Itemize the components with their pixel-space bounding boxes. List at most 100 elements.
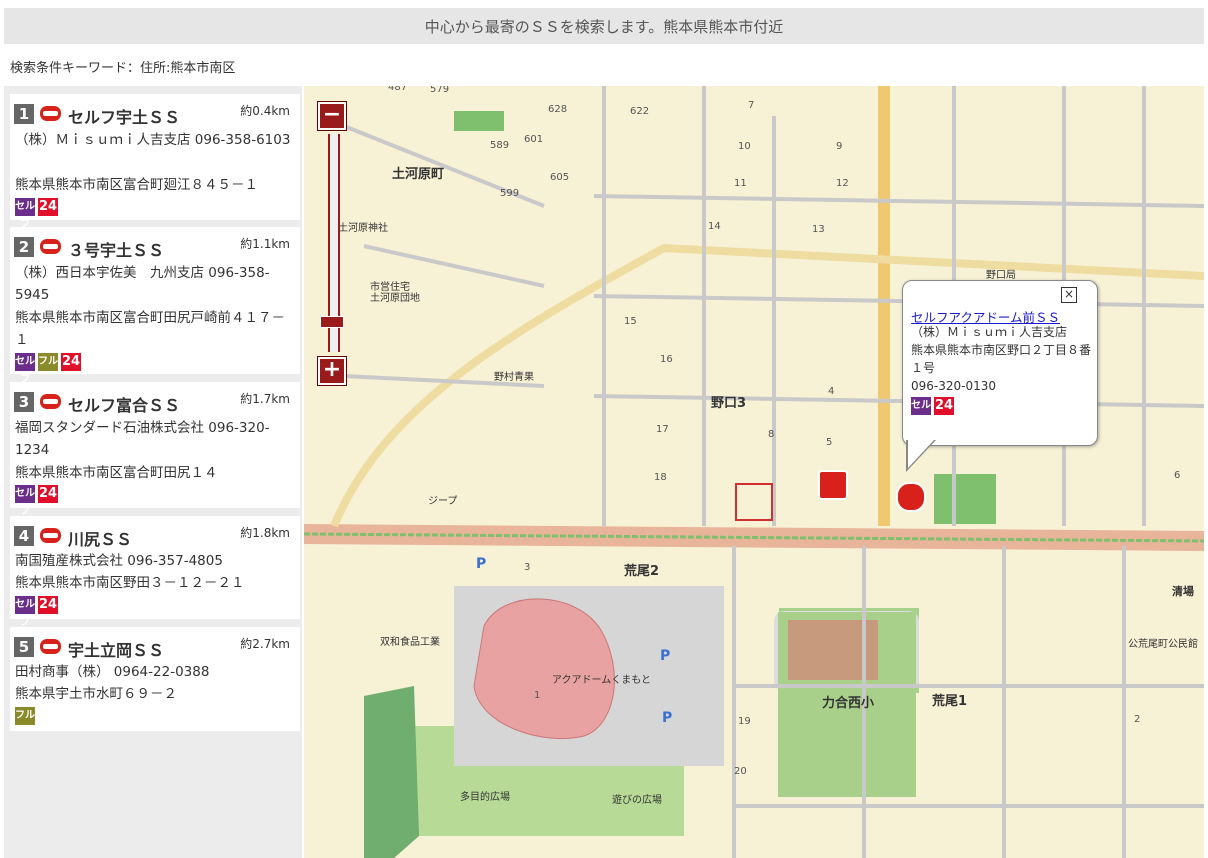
station-company: 田村商事（株） 0964-22-0388 [15,664,210,680]
forest-area [364,686,419,858]
self-badge: セルフ [15,353,35,385]
block-number: 7 [748,100,755,111]
rank-badge: 2 [14,237,34,257]
station-name[interactable]: セルフ富合ＳＳ [68,392,180,416]
zoom-out-button[interactable]: − [318,102,346,130]
page-header: 中心から最寄のＳＳを検索します。熊本県熊本市付近 [4,8,1204,44]
station-item[interactable]: 4 川尻ＳＳ 約1.8km 南国殖産株式会社 096-357-4805 熊本県熊… [10,516,300,628]
post-office-label: 野口局 [986,270,1016,281]
popup-phone: 096-320-0130 [911,379,997,393]
self-badge: セルフ [15,198,35,230]
center-marker [735,483,773,521]
block-number: 9 [836,141,843,152]
station-distance: 約1.7km [240,392,290,406]
station-company: 福岡スタンダード石油株式会社 096-320-1234 [15,420,270,458]
block-number: 17 [656,424,669,435]
plaza-label: 遊びの広場 [612,795,662,806]
poi-label: 野村青果 [494,372,534,383]
green-lot [934,474,996,524]
factory-label: 双和食品工業 [380,637,440,648]
block-number: 2 [1134,714,1141,725]
block-number: 12 [836,178,849,189]
block-number: 11 [734,178,747,189]
station-popup: × セルフアクアドーム前ＳＳ （株）Ｍｉｓｕｍｉ人吉支店 熊本県熊本市南区野口２… [902,280,1098,446]
24h-badge: 24 [934,397,954,415]
24h-badge: 24 [38,596,58,614]
block-number: 4 [828,386,835,397]
eneos-logo-icon [40,528,61,543]
full-badge: フル [38,353,58,371]
station-distance: 約1.1km [240,237,290,251]
zoom-in-button[interactable]: + [318,357,346,385]
station-distance: 約1.8km [240,526,290,540]
station-company: 南国殖産株式会社 096-357-4805 [15,553,223,569]
search-condition: 検索条件キーワード：住所:熊本市南区 [10,61,236,76]
area-label: 荒尾2 [624,564,660,579]
eneos-logo-icon [40,239,61,254]
poi-label: 土河原団地 [370,293,420,304]
station-address: 熊本県熊本市南区富合町廻江８４５－１ [15,177,258,193]
gas-station-marker-icon[interactable] [818,470,848,500]
block-number: 5 [826,437,833,448]
block-number: 579 [430,86,450,95]
self-badge: セルフ [15,596,35,628]
block-number: 487 [388,86,408,93]
zoom-slider-handle[interactable] [320,316,344,328]
station-address: 熊本県熊本市南区野田３－１２－２１ [15,575,245,591]
block-number: 14 [708,221,721,232]
block-number: 1 [534,690,541,701]
close-popup-button[interactable]: × [1061,287,1077,303]
block-number: 13 [812,224,825,235]
area-label: 野口3 [711,396,747,411]
block-number: 599 [500,188,520,199]
station-item[interactable]: 3 セルフ富合ＳＳ 約1.7km 福岡スタンダード石油株式会社 096-320-… [10,382,300,517]
map-graphics [304,86,1204,858]
popup-tail-inner [908,440,934,468]
parking-icon: P [476,556,487,572]
parking-icon: P [662,710,673,726]
rank-badge: 4 [14,526,34,546]
block-number: 18 [654,472,667,483]
eneos-logo-icon [40,639,61,654]
block-number: 16 [660,354,673,365]
block-number: 10 [738,141,751,152]
station-item[interactable]: 2 ３号宇土ＳＳ 約1.1km （株）西日本宇佐美 九州支店 096-358-5… [10,227,300,385]
block-number: 628 [548,104,568,115]
block-number: 19 [738,716,751,727]
station-distance: 約2.7km [240,637,290,651]
station-item[interactable]: 5 宇土立岡ＳＳ 約2.7km 田村商事（株） 0964-22-0388 熊本県… [10,627,300,731]
24h-badge: 24 [61,353,81,371]
rank-badge: 3 [14,392,34,412]
poi-label: 公荒尾町公民館 [1128,639,1198,650]
parking-icon: P [660,648,671,664]
station-distance: 約0.4km [240,104,290,118]
station-name[interactable]: ３号宇土ＳＳ [68,237,164,261]
station-address: 熊本県熊本市南区富合町田尻戸崎前４１７－１ [15,310,285,348]
block-number: 20 [734,766,747,777]
plaza-label: 多目的広場 [460,792,510,803]
popup-company: （株）Ｍｉｓｕｍｉ人吉支店 [911,325,1068,339]
block-number: 6 [1174,470,1181,481]
eneos-logo-icon [40,106,61,121]
eneos-logo-icon [40,394,61,409]
block-number: 605 [550,172,570,183]
station-name[interactable]: 川尻ＳＳ [68,526,132,550]
block-number: 8 [768,429,775,440]
station-name[interactable]: セルフ宇土ＳＳ [68,104,180,128]
station-item[interactable]: 1 セルフ宇土ＳＳ 約0.4km （株）Ｍｉｓｕｍｉ人吉支店 096-358-6… [10,94,300,230]
block-number: 15 [624,316,637,327]
gas-station-marker-icon[interactable] [896,482,926,512]
school-label: 力合西小 [822,696,875,711]
full-badge: フル [15,707,35,725]
area-label: 土河原町 [392,167,445,182]
station-company: （株）Ｍｉｓｕｍｉ人吉支店 096-358-6103 [15,132,291,148]
poi-label: 土河原神社 [338,223,388,234]
area-label: 荒尾1 [932,694,968,709]
rank-badge: 1 [14,104,34,124]
station-name[interactable]: 宇土立岡ＳＳ [68,637,164,661]
rank-badge: 5 [14,637,34,657]
station-address: 熊本県熊本市南区富合町田尻１４ [15,465,218,481]
green-lot [454,111,504,131]
station-address: 熊本県宇土市水町６９－２ [15,686,177,702]
map-canvas[interactable]: 土河原町 野口3 荒尾2 荒尾1 力合西小 アクアドームくまもと 多目的広場 遊… [304,86,1204,858]
